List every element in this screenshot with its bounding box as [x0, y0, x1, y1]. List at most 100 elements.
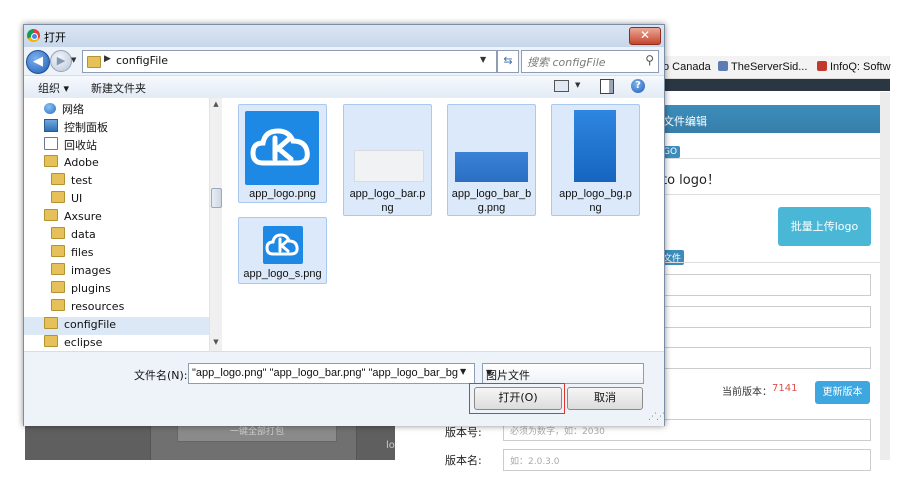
bookmark-item[interactable]: o Canada [663, 61, 711, 73]
dialog-title: 打开 [44, 31, 66, 44]
form-input[interactable] [655, 347, 871, 369]
file-tile[interactable]: app_logo_bg.p ng [551, 104, 640, 216]
breadcrumb-arrow-icon[interactable]: ▶ [104, 54, 111, 64]
back-button[interactable]: ◀ [26, 50, 50, 74]
page-header-bar [655, 79, 890, 91]
new-folder-button[interactable]: 新建文件夹 [91, 80, 146, 96]
version-name-label: 版本名: [445, 454, 482, 467]
app-logo-thumbnail [245, 111, 319, 185]
folder-icon [51, 281, 65, 293]
folder-icon [51, 245, 65, 257]
tree-item-label: configFile [64, 318, 117, 331]
batch-upload-logo-button[interactable]: 批量上传logo [778, 207, 871, 246]
current-version-value: 7141 [772, 383, 798, 394]
tree-item-adobe[interactable]: Adobe [44, 155, 209, 173]
nav-scrollbar[interactable]: ▲ ▼ [209, 98, 222, 351]
command-bar: 组织 ▾ 新建文件夹 ▼ ? [24, 75, 664, 99]
resize-grip-icon[interactable]: ⋰⋰ [648, 412, 665, 422]
version-name-placeholder: 如：2.0.3.0 [510, 457, 560, 467]
file-name: app_logo_s.png [243, 268, 322, 280]
tree-item-test[interactable]: test [51, 173, 209, 191]
filename-input[interactable]: "app_logo.png" "app_logo_bar.png" "app_l… [188, 363, 475, 384]
tree-item-label: data [71, 228, 96, 241]
filename-label: 文件名(N): [134, 369, 188, 382]
folder-icon [51, 173, 65, 185]
bookmark-item[interactable]: TheServerSid... [718, 61, 807, 73]
tree-item-label: Adobe [64, 156, 99, 169]
cancel-button[interactable]: 取消 [567, 387, 643, 410]
file-name: g.png [477, 202, 506, 214]
current-version-label: 当前版本： [722, 387, 772, 398]
tree-item-label: UI [71, 192, 83, 205]
control-panel-icon [44, 119, 58, 132]
tree-item-plugins[interactable]: plugins [51, 281, 209, 299]
tree-item-label: test [71, 174, 93, 187]
chevron-down-icon: ▼ [486, 368, 493, 377]
view-options-icon[interactable] [554, 80, 569, 92]
tree-item-ui[interactable]: UI [51, 191, 209, 209]
filename-dropdown-icon[interactable]: ▼ [460, 367, 466, 376]
tree-item-label: files [71, 246, 94, 259]
update-version-button[interactable]: 更新版本 [815, 381, 870, 404]
refresh-button[interactable]: ⇆ [497, 50, 519, 73]
file-tile[interactable]: app_logo_s.png [238, 217, 327, 284]
tree-item-configfile[interactable]: configFile [24, 317, 209, 335]
folder-icon [51, 299, 65, 311]
scrollbar-thumb[interactable] [211, 188, 222, 208]
tree-item-resources[interactable]: resources [51, 299, 209, 317]
file-tile[interactable]: app_logo_bar_b g.png [447, 104, 536, 216]
file-name: app_logo_bar.p [349, 188, 426, 200]
panel-title: 文件编辑 [663, 115, 707, 128]
close-button[interactable]: ✕ [629, 27, 661, 45]
tree-item-data[interactable]: data [51, 227, 209, 245]
app-logo-bar-bg-thumbnail [455, 152, 528, 182]
organize-menu[interactable]: 组织 ▾ [38, 80, 69, 96]
file-list-pane[interactable]: app_logo.png app_logo_bar.p ng app_logo_… [222, 98, 664, 351]
view-dropdown-icon[interactable]: ▼ [575, 81, 580, 89]
tree-item-recycle-bin[interactable]: 回收站 [44, 137, 209, 155]
breadcrumb-configfile[interactable]: configFile [116, 54, 168, 67]
version-name-input[interactable]: 如：2.0.3.0 [503, 449, 871, 471]
folder-icon [51, 263, 65, 275]
tree-item-label: Axsure [64, 210, 102, 223]
tree-item-network[interactable]: 网络 [44, 101, 209, 119]
folder-icon [87, 56, 101, 68]
navigation-pane[interactable]: 网络 控制面板 回收站 Adobe test UI Axsure data fi… [24, 98, 222, 351]
recent-locations-dropdown[interactable]: ▼ [71, 56, 76, 64]
tree-item-control-panel[interactable]: 控制面板 [44, 119, 209, 137]
scroll-down-icon[interactable]: ▼ [210, 338, 222, 346]
tree-item-images[interactable]: images [51, 263, 209, 281]
file-tile[interactable]: app_logo_bar.p ng [343, 104, 432, 216]
pack-all-button[interactable]: 一键全部打包 [177, 424, 337, 442]
chrome-icon [27, 29, 40, 42]
file-tile[interactable]: app_logo.png [238, 104, 327, 203]
forward-button[interactable]: ▶ [50, 50, 72, 72]
bookmark-item[interactable]: InfoQ: Softw [817, 61, 891, 73]
navigation-row: ◀ ▶ ▼ ▶ configFile ▼ ⇆ 搜索 configFile ⚲ [24, 47, 664, 75]
info-box: to logo！ [655, 158, 882, 195]
open-button[interactable]: 打开(O) [474, 387, 562, 410]
tree-item-files[interactable]: files [51, 245, 209, 263]
bookmark-icon [817, 61, 827, 71]
file-type-select[interactable]: 图片文件 ▼ [482, 363, 644, 384]
tree-item-label: 控制面板 [64, 121, 108, 134]
open-file-dialog: 打开 ✕ ◀ ▶ ▼ ▶ configFile ▼ ⇆ 搜索 configFil… [23, 24, 665, 426]
filename-value: "app_logo.png" "app_logo_bar.png" "app_l… [192, 367, 459, 379]
scroll-up-icon[interactable]: ▲ [210, 100, 222, 108]
preview-pane-icon[interactable] [600, 79, 614, 94]
tree-item-label: 回收站 [64, 139, 97, 152]
file-name: ng [589, 202, 602, 214]
network-icon [44, 103, 56, 114]
page-scrollbar[interactable] [880, 92, 890, 460]
address-dropdown-icon[interactable]: ▼ [480, 55, 486, 64]
version-number-label: 版本号: [445, 426, 482, 439]
file-name: app_logo_bg.p [559, 188, 632, 200]
form-input[interactable] [655, 306, 871, 328]
search-icon[interactable]: ⚲ [645, 53, 654, 67]
search-input[interactable]: 搜索 configFile ⚲ [521, 50, 659, 73]
help-icon[interactable]: ? [631, 79, 645, 93]
address-bar[interactable]: ▶ configFile ▼ [82, 50, 497, 73]
form-input[interactable] [655, 274, 871, 296]
tree-item-axsure[interactable]: Axsure [44, 209, 209, 227]
folder-icon [44, 209, 58, 221]
